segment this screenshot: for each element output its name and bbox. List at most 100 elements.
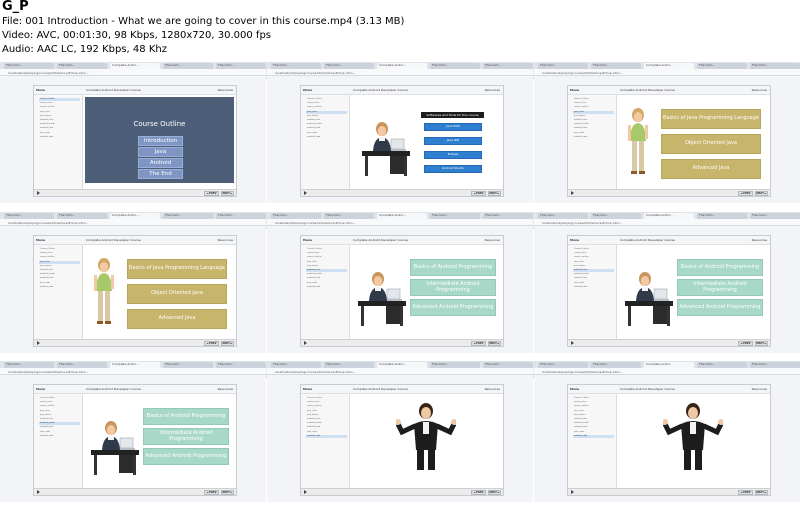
- resources-link[interactable]: Resources: [485, 238, 500, 242]
- sidebar-item[interactable]: java_code: [306, 282, 347, 285]
- sidebar-item[interactable]: java_intro: [306, 261, 347, 264]
- sidebar-item[interactable]: android_intro: [306, 269, 347, 272]
- sidebar-item[interactable]: android_fund: [573, 426, 614, 429]
- prev-button[interactable]: ◄ PREV: [471, 341, 486, 346]
- sidebar-item[interactable]: android_code: [306, 286, 347, 289]
- sidebar-item[interactable]: android_fund: [306, 127, 347, 130]
- resources-link[interactable]: Resources: [485, 387, 500, 391]
- prev-button[interactable]: ◄ PREV: [471, 191, 486, 196]
- address-bar[interactable]: localhost/ud/playing/course/id/0/lecture…: [0, 368, 266, 375]
- sidebar-item[interactable]: java_code: [39, 431, 80, 434]
- sidebar-item[interactable]: java_intro: [573, 261, 614, 264]
- sidebar-item[interactable]: android_fund: [573, 277, 614, 280]
- sidebar-item[interactable]: java_basics: [39, 115, 80, 118]
- sidebar-item[interactable]: course_outline: [39, 256, 80, 259]
- sidebar-item[interactable]: java_code: [573, 282, 614, 285]
- sidebar-item[interactable]: android_code: [306, 136, 347, 139]
- sidebar-item[interactable]: java_basics: [306, 265, 347, 268]
- sidebar-item[interactable]: Course Outline: [573, 248, 614, 251]
- sidebar-item[interactable]: android_fund: [39, 277, 80, 280]
- sidebar-item[interactable]: course_outline: [306, 405, 347, 408]
- sidebar-item[interactable]: java_intro: [39, 111, 80, 114]
- sidebar-item[interactable]: java_code: [39, 282, 80, 285]
- sidebar-item[interactable]: android_studio: [306, 273, 347, 276]
- prev-button[interactable]: ◄ PREV: [738, 191, 753, 196]
- sidebar-item[interactable]: android_fund: [39, 127, 80, 130]
- sidebar-item[interactable]: course_outline: [306, 106, 347, 109]
- play-icon[interactable]: [571, 191, 574, 195]
- sidebar-item[interactable]: course_intro: [573, 102, 614, 105]
- sidebar-item[interactable]: android_code: [573, 434, 614, 438]
- sidebar-item[interactable]: course_outline: [573, 405, 614, 408]
- sidebar-item[interactable]: android_fund: [39, 426, 80, 429]
- sidebar-item[interactable]: java_basics: [306, 115, 347, 118]
- sidebar-item[interactable]: course_intro: [39, 102, 80, 105]
- sidebar-item[interactable]: Course Outline: [39, 98, 80, 101]
- sidebar-item[interactable]: java_intro: [306, 110, 347, 114]
- sidebar-item[interactable]: java_code: [573, 431, 614, 434]
- sidebar-item[interactable]: android_studio: [39, 273, 80, 276]
- sidebar-item[interactable]: java_intro: [573, 110, 614, 114]
- sidebar-item[interactable]: android_studio: [573, 273, 614, 276]
- sidebar-item[interactable]: java_code: [306, 132, 347, 135]
- sidebar-item[interactable]: android_studio: [39, 123, 80, 126]
- next-button[interactable]: NEXT ►: [755, 191, 768, 196]
- sidebar-item[interactable]: java_code: [573, 132, 614, 135]
- next-button[interactable]: NEXT ►: [488, 191, 501, 196]
- sidebar-item[interactable]: course_outline: [39, 106, 80, 109]
- next-button[interactable]: NEXT ►: [221, 341, 234, 346]
- sidebar-item[interactable]: android_intro: [573, 119, 614, 122]
- resources-link[interactable]: Resources: [218, 387, 233, 391]
- address-bar[interactable]: localhost/ud/playing/course/id/0/lecture…: [534, 219, 800, 226]
- sidebar-item[interactable]: java_basics: [39, 265, 80, 268]
- sidebar-item[interactable]: java_basics: [573, 115, 614, 118]
- sidebar-item[interactable]: java_basics: [306, 414, 347, 417]
- sidebar-item[interactable]: Course Outline: [573, 397, 614, 400]
- sidebar-item[interactable]: android_intro: [306, 418, 347, 421]
- play-icon[interactable]: [304, 490, 307, 494]
- sidebar-item[interactable]: android_studio: [39, 422, 80, 426]
- sidebar-item[interactable]: course_intro: [573, 401, 614, 404]
- prev-button[interactable]: ◄ PREV: [204, 341, 219, 346]
- address-bar[interactable]: localhost/ud/playing/course/id/0/lecture…: [267, 69, 533, 76]
- prev-button[interactable]: ◄ PREV: [204, 490, 219, 495]
- sidebar-item[interactable]: android_code: [39, 286, 80, 289]
- resources-link[interactable]: Resources: [752, 387, 767, 391]
- sidebar-item[interactable]: Course Outline: [39, 248, 80, 251]
- sidebar-item[interactable]: android_code: [573, 286, 614, 289]
- sidebar-item[interactable]: java_basics: [39, 414, 80, 417]
- resources-link[interactable]: Resources: [218, 238, 233, 242]
- prev-button[interactable]: ◄ PREV: [738, 341, 753, 346]
- sidebar-item[interactable]: course_intro: [573, 252, 614, 255]
- sidebar-item[interactable]: android_code: [306, 434, 347, 438]
- next-button[interactable]: NEXT ►: [755, 490, 768, 495]
- address-bar[interactable]: localhost/ud/playing/course/id/0/lecture…: [534, 368, 800, 375]
- sidebar-item[interactable]: java_basics: [573, 265, 614, 268]
- sidebar-item[interactable]: android_studio: [573, 123, 614, 126]
- sidebar-item[interactable]: java_intro: [573, 410, 614, 413]
- address-bar[interactable]: localhost/ud/playing/course/id/0/lecture…: [267, 368, 533, 375]
- resources-link[interactable]: Resources: [752, 238, 767, 242]
- sidebar-item[interactable]: android_intro: [39, 269, 80, 272]
- sidebar-item[interactable]: android_code: [39, 136, 80, 139]
- resources-link[interactable]: Resources: [485, 88, 500, 92]
- sidebar-item[interactable]: Course Outline: [39, 397, 80, 400]
- sidebar-item[interactable]: android_studio: [306, 422, 347, 425]
- prev-button[interactable]: ◄ PREV: [471, 490, 486, 495]
- play-icon[interactable]: [37, 341, 40, 345]
- sidebar-item[interactable]: course_intro: [39, 252, 80, 255]
- sidebar-item[interactable]: android_intro: [39, 119, 80, 122]
- sidebar-item[interactable]: android_fund: [306, 426, 347, 429]
- resources-link[interactable]: Resources: [218, 88, 233, 92]
- sidebar-item[interactable]: android_fund: [573, 127, 614, 130]
- sidebar-item[interactable]: course_intro: [306, 401, 347, 404]
- play-icon[interactable]: [304, 341, 307, 345]
- sidebar-item[interactable]: Course Outline: [573, 98, 614, 101]
- sidebar-item[interactable]: course_intro: [306, 102, 347, 105]
- play-icon[interactable]: [571, 341, 574, 345]
- play-icon[interactable]: [37, 490, 40, 494]
- next-button[interactable]: NEXT ►: [221, 191, 234, 196]
- sidebar-item[interactable]: Course Outline: [306, 397, 347, 400]
- sidebar-item[interactable]: course_outline: [573, 256, 614, 259]
- sidebar-item[interactable]: java_intro: [39, 410, 80, 413]
